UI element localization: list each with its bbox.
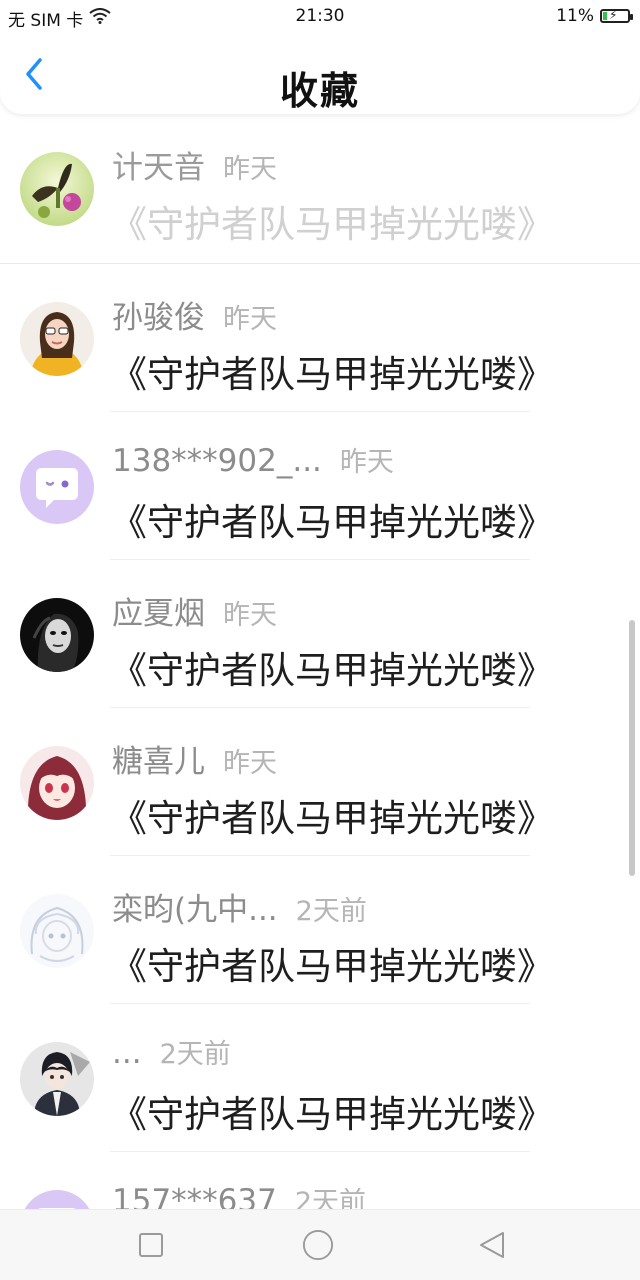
square-icon	[139, 1233, 163, 1257]
back-nav-button[interactable]	[476, 1229, 508, 1261]
post-title[interactable]: 《守护者队马甲掉光光喽》	[110, 194, 554, 248]
triangle-back-icon	[480, 1232, 504, 1258]
girl-sunglasses-icon	[20, 302, 94, 376]
post-time: 昨天	[223, 154, 277, 185]
post-time: 2天前	[159, 1039, 231, 1070]
user-name: 计天音	[112, 150, 205, 186]
post-title[interactable]: 《守护者队马甲掉光光喽》	[110, 936, 554, 990]
user-name: 157***637	[112, 1183, 277, 1210]
list-item[interactable]: 栾昀(九中... 2天前 《守护者队马甲掉光光喽》	[0, 856, 640, 1004]
status-right: 11% ⚡	[556, 6, 633, 26]
avatar[interactable]	[20, 450, 94, 524]
name-row: ... 2天前	[112, 1032, 231, 1071]
user-name: ...	[112, 1035, 142, 1071]
avatar[interactable]	[20, 746, 94, 820]
clock: 21:30	[295, 6, 345, 26]
home-button[interactable]	[302, 1229, 334, 1261]
post-time: 昨天	[223, 748, 277, 779]
avatar[interactable]	[20, 152, 94, 226]
post-title[interactable]: 《守护者队马甲掉光光喽》	[110, 1084, 554, 1138]
battery-percent: 11%	[556, 6, 594, 26]
post-time: 昨天	[339, 447, 394, 478]
name-row: 157***637 2天前	[112, 1180, 366, 1210]
butterfly-flower-icon	[20, 152, 94, 226]
list-item[interactable]: 应夏烟 昨天 《守护者队马甲掉光光喽》	[0, 560, 640, 708]
name-row: 孙骏俊 昨天	[112, 292, 277, 337]
anime-girl-icon	[20, 746, 94, 820]
system-nav-bar	[0, 1209, 640, 1280]
user-name: 糖喜儿	[112, 744, 205, 780]
list-item[interactable]: 138***902_... 昨天 《守护者队马甲掉光光喽》	[0, 412, 640, 560]
name-row: 应夏烟 昨天	[112, 588, 277, 633]
post-time: 昨天	[223, 304, 277, 335]
page-title: 收藏	[279, 69, 360, 113]
user-name: 138***902_...	[112, 443, 322, 479]
avatar[interactable]	[20, 1190, 94, 1210]
post-time: 2天前	[294, 1187, 367, 1210]
avatar[interactable]	[20, 598, 94, 672]
list-item[interactable]: 157***637 2天前	[0, 1152, 640, 1210]
chat-bubble-icon	[20, 1190, 94, 1210]
list-item[interactable]: 糖喜儿 昨天 《守护者队马甲掉光光喽》	[0, 708, 640, 856]
avatar[interactable]	[20, 1042, 94, 1116]
recent-apps-button[interactable]	[135, 1229, 167, 1261]
name-row: 138***902_... 昨天	[112, 440, 394, 479]
post-title[interactable]: 《守护者队马甲掉光光喽》	[110, 788, 554, 842]
battery-icon: ⚡	[600, 8, 633, 23]
avatar[interactable]	[20, 894, 94, 968]
anime-boy-icon	[20, 1042, 94, 1116]
sketch-girl-icon	[20, 894, 94, 968]
status-bar: 无 SIM 卡 21:30 11% ⚡	[0, 0, 640, 34]
avatar[interactable]	[20, 302, 94, 376]
name-row: 糖喜儿 昨天	[112, 736, 277, 781]
name-row: 计天音 昨天	[112, 142, 277, 187]
post-title[interactable]: 《守护者队马甲掉光光喽》	[110, 492, 554, 546]
chat-bubble-icon	[20, 450, 94, 524]
list-item[interactable]: 孙骏俊 昨天 《守护者队马甲掉光光喽》	[0, 264, 640, 412]
user-name: 孙骏俊	[112, 300, 205, 336]
favorites-list: 计天音 昨天 《守护者队马甲掉光光喽》 孙骏俊 昨天 《守护者队马甲掉光光喽》	[0, 114, 640, 1210]
post-time: 昨天	[223, 600, 277, 631]
post-time: 2天前	[295, 896, 367, 927]
dark-portrait-icon	[20, 598, 94, 672]
user-name: 栾昀(九中...	[112, 892, 278, 928]
name-row: 栾昀(九中... 2天前	[112, 884, 367, 929]
post-title[interactable]: 《守护者队马甲掉光光喽》	[110, 344, 554, 398]
scrollbar[interactable]	[629, 620, 635, 876]
list-item[interactable]: ... 2天前 《守护者队马甲掉光光喽》	[0, 1004, 640, 1152]
user-name: 应夏烟	[112, 596, 205, 632]
circle-icon	[302, 1229, 334, 1261]
post-title[interactable]: 《守护者队马甲掉光光喽》	[110, 640, 554, 694]
list-item[interactable]: 计天音 昨天 《守护者队马甲掉光光喽》	[0, 114, 640, 264]
header: 收藏	[0, 34, 640, 114]
